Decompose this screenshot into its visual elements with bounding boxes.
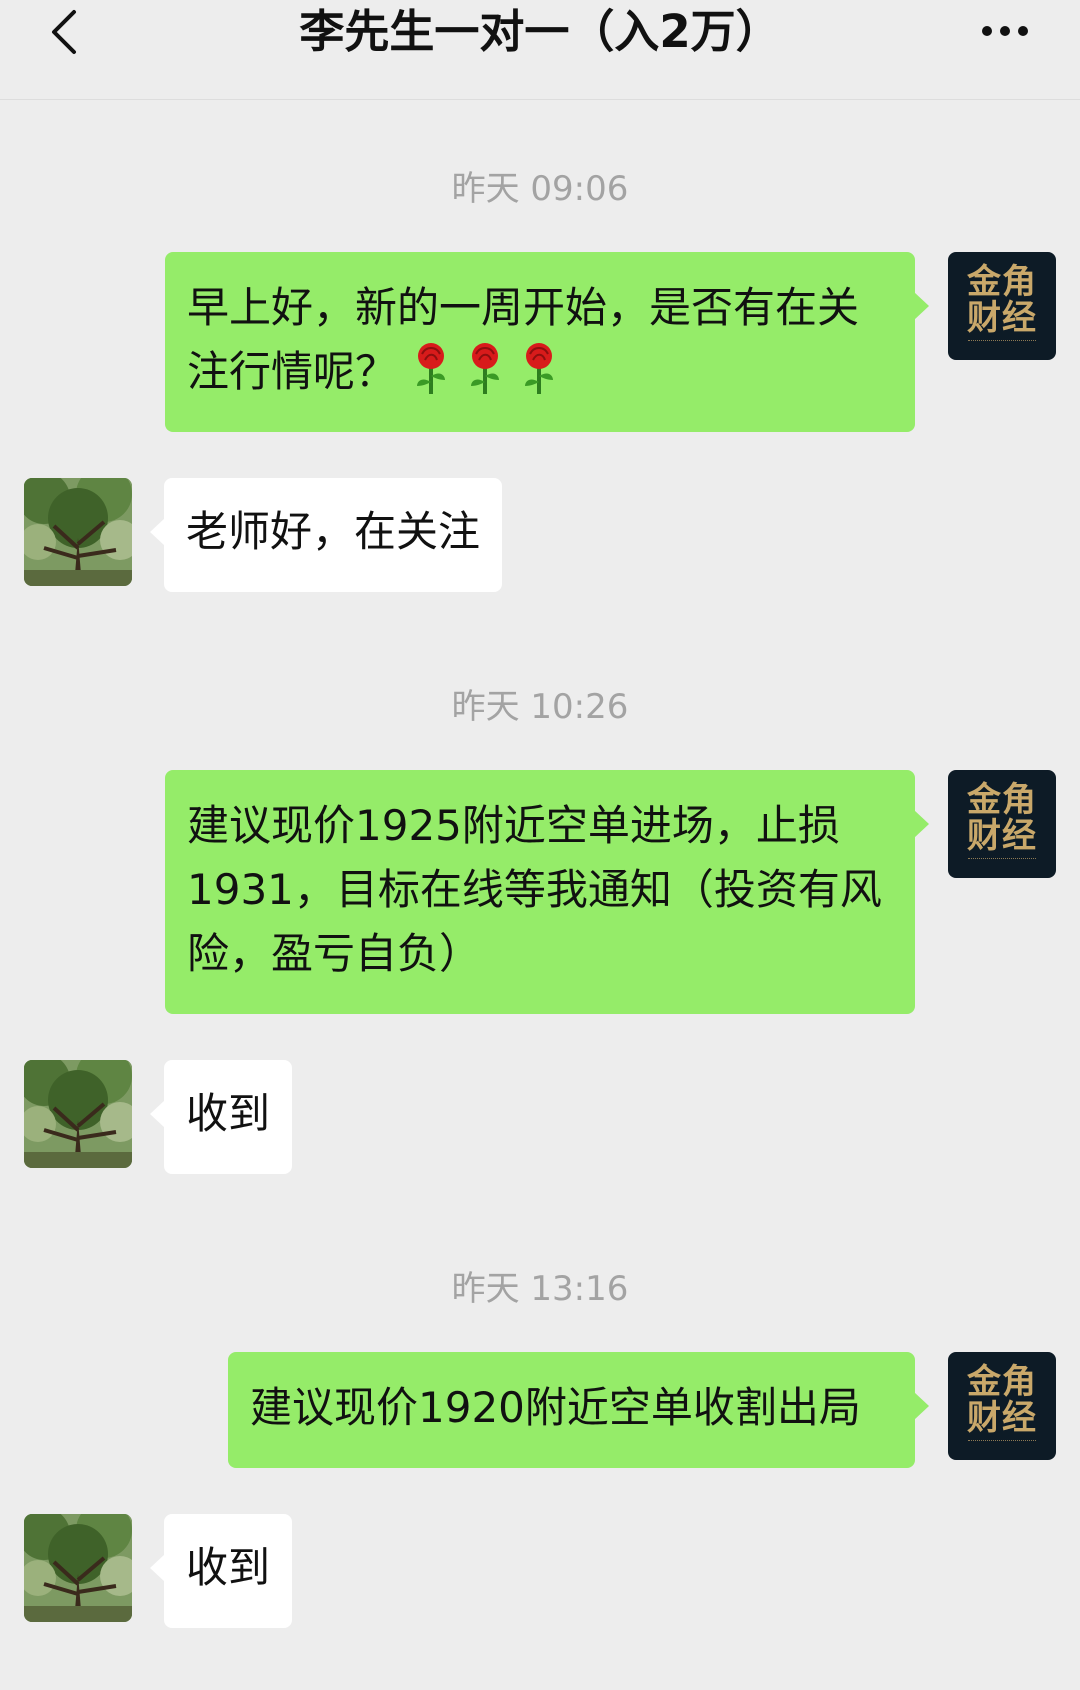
- chat-header: 李先生一对一（入2万）: [0, 0, 1080, 100]
- my-avatar[interactable]: 金角 财经: [948, 1352, 1056, 1460]
- message-text: 建议现价1925附近空单进场，止损1931，目标在线等我通知（投资有风险，盈亏自…: [187, 801, 882, 978]
- more-dot-icon: [1000, 26, 1010, 36]
- sent-message-bubble[interactable]: 建议现价1925附近空单进场，止损1931，目标在线等我通知（投资有风险，盈亏自…: [165, 770, 929, 1014]
- avatar-logo-text: 财经: [967, 298, 1037, 338]
- my-avatar[interactable]: 金角 财经: [948, 252, 1056, 360]
- avatar-logo-text: 金角: [967, 780, 1037, 820]
- my-avatar[interactable]: 金角 财经: [948, 770, 1056, 878]
- received-message-bubble[interactable]: 收到: [149, 1514, 293, 1628]
- avatar-logo-text: 金角: [967, 1362, 1037, 1402]
- more-dot-icon: [982, 26, 992, 36]
- message-text: 建议现价1920附近空单收割出局: [250, 1383, 861, 1432]
- avatar-logo-text: 金角: [967, 262, 1037, 302]
- tree-photo-icon: [24, 1060, 132, 1168]
- contact-avatar[interactable]: [24, 478, 132, 586]
- message-text: 老师好，在关注: [186, 507, 481, 556]
- avatar-logo-text: 财经: [967, 816, 1037, 856]
- back-button[interactable]: [38, 2, 98, 62]
- sent-message-bubble[interactable]: 早上好，新的一周开始，是否有在关注行情呢？: [165, 252, 929, 432]
- rose-emoji-icon: [471, 343, 500, 394]
- tree-photo-icon: [24, 1514, 132, 1622]
- chevron-left-icon: [52, 10, 76, 54]
- message-timestamp: 昨天 13:16: [451, 1269, 629, 1309]
- logo-divider: [968, 1440, 1036, 1443]
- more-options-button[interactable]: [970, 6, 1040, 56]
- message-text: 收到: [186, 1089, 271, 1138]
- logo-divider: [968, 858, 1036, 861]
- avatar-logo-text: 财经: [967, 1398, 1037, 1438]
- rose-emoji-icon: [417, 343, 446, 394]
- logo-divider: [968, 340, 1036, 343]
- message-timestamp: 昨天 09:06: [451, 169, 629, 209]
- message-timestamp: 昨天 10:26: [451, 687, 629, 727]
- rose-emoji-icon: [525, 343, 554, 394]
- received-message-bubble[interactable]: 老师好，在关注: [149, 478, 503, 592]
- contact-avatar[interactable]: [24, 1514, 132, 1622]
- more-dot-icon: [1018, 26, 1028, 36]
- tree-photo-icon: [24, 478, 132, 586]
- sent-message-bubble[interactable]: 建议现价1920附近空单收割出局: [228, 1352, 929, 1468]
- received-message-bubble[interactable]: 收到: [149, 1060, 293, 1174]
- message-text: 收到: [186, 1543, 271, 1592]
- contact-avatar[interactable]: [24, 1060, 132, 1168]
- chat-title: 李先生一对一（入2万）: [299, 5, 781, 58]
